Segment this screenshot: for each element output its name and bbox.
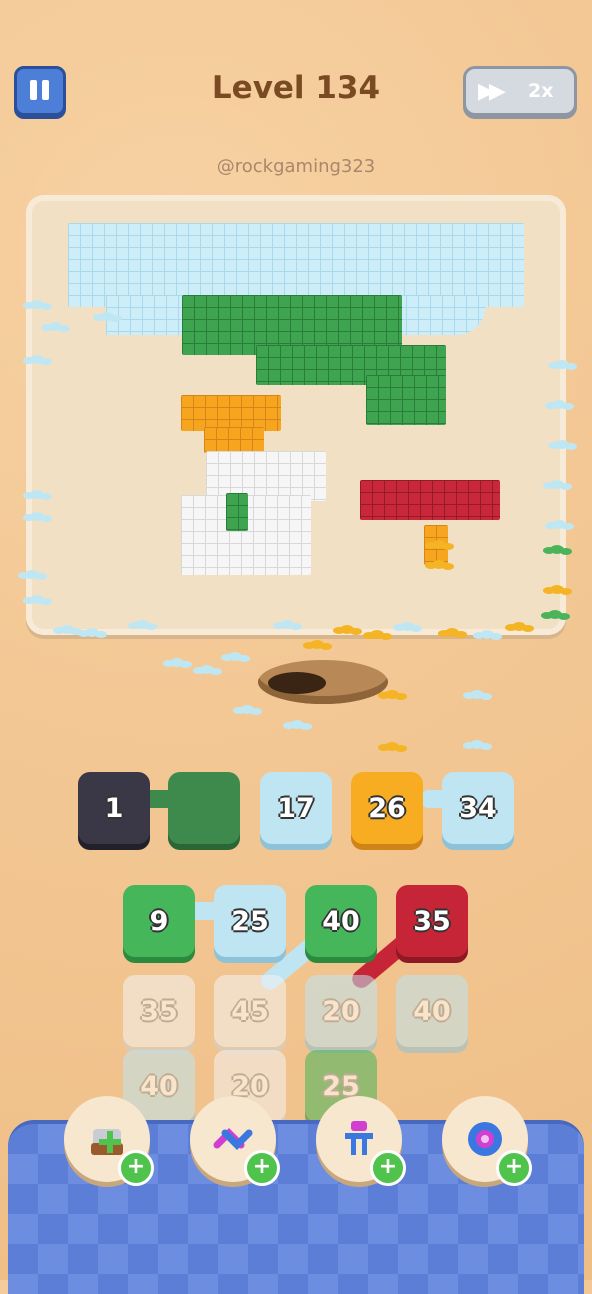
tile-count: 20: [322, 995, 360, 1027]
queue-tile[interactable]: 26: [351, 772, 423, 844]
grid-tile[interactable]: 35: [123, 975, 195, 1047]
orange-block: [181, 395, 281, 431]
green-block: [366, 375, 446, 425]
tile-count: 17: [277, 792, 315, 824]
green-block: [226, 493, 248, 531]
puzzle-board: [26, 195, 566, 635]
queue-tile[interactable]: 1: [78, 772, 150, 844]
shuffle-powerup[interactable]: +: [190, 1096, 280, 1186]
grid-tile[interactable]: 20: [305, 975, 377, 1047]
grid-tile[interactable]: 35: [396, 885, 468, 957]
tile-count: 1: [104, 792, 124, 824]
add-icon: +: [244, 1150, 280, 1186]
tile-count: 9: [149, 905, 169, 937]
tile-count: 40: [413, 995, 451, 1027]
nest-hole: [268, 672, 326, 694]
tile-count: 45: [231, 995, 269, 1027]
grid-tile[interactable]: 40: [305, 885, 377, 957]
hammer-powerup[interactable]: +: [442, 1096, 532, 1186]
grid-tile[interactable]: 45: [214, 975, 286, 1047]
watermark: @rockgaming323: [216, 156, 376, 177]
queue-tile[interactable]: [168, 772, 240, 844]
queue-tile[interactable]: 17: [260, 772, 332, 844]
speed-button[interactable]: ▶▶ 2x: [463, 66, 577, 116]
add-slot-powerup[interactable]: +: [64, 1096, 154, 1186]
add-icon: +: [370, 1150, 406, 1186]
tile-count: 40: [140, 1070, 178, 1102]
add-icon: +: [496, 1150, 532, 1186]
speed-label: 2x: [528, 80, 554, 102]
fast-forward-icon: ▶▶: [478, 79, 506, 104]
grid-tile[interactable]: 25: [214, 885, 286, 957]
grid-tile[interactable]: 40: [396, 975, 468, 1047]
add-icon: +: [118, 1150, 154, 1186]
tile-count: 35: [413, 905, 451, 937]
queue-tile[interactable]: 34: [442, 772, 514, 844]
tile-count: 26: [368, 792, 406, 824]
pause-button[interactable]: [14, 66, 66, 116]
orange-block: [204, 427, 264, 453]
magnet-powerup[interactable]: +: [316, 1096, 406, 1186]
tile-count: 34: [459, 792, 497, 824]
red-block: [360, 480, 500, 520]
tile-count: 35: [140, 995, 178, 1027]
grid-tile[interactable]: 9: [123, 885, 195, 957]
level-title: Level 134: [211, 70, 381, 106]
tile-count: 25: [231, 905, 269, 937]
tile-count: 40: [322, 905, 360, 937]
white-block: [206, 451, 326, 501]
